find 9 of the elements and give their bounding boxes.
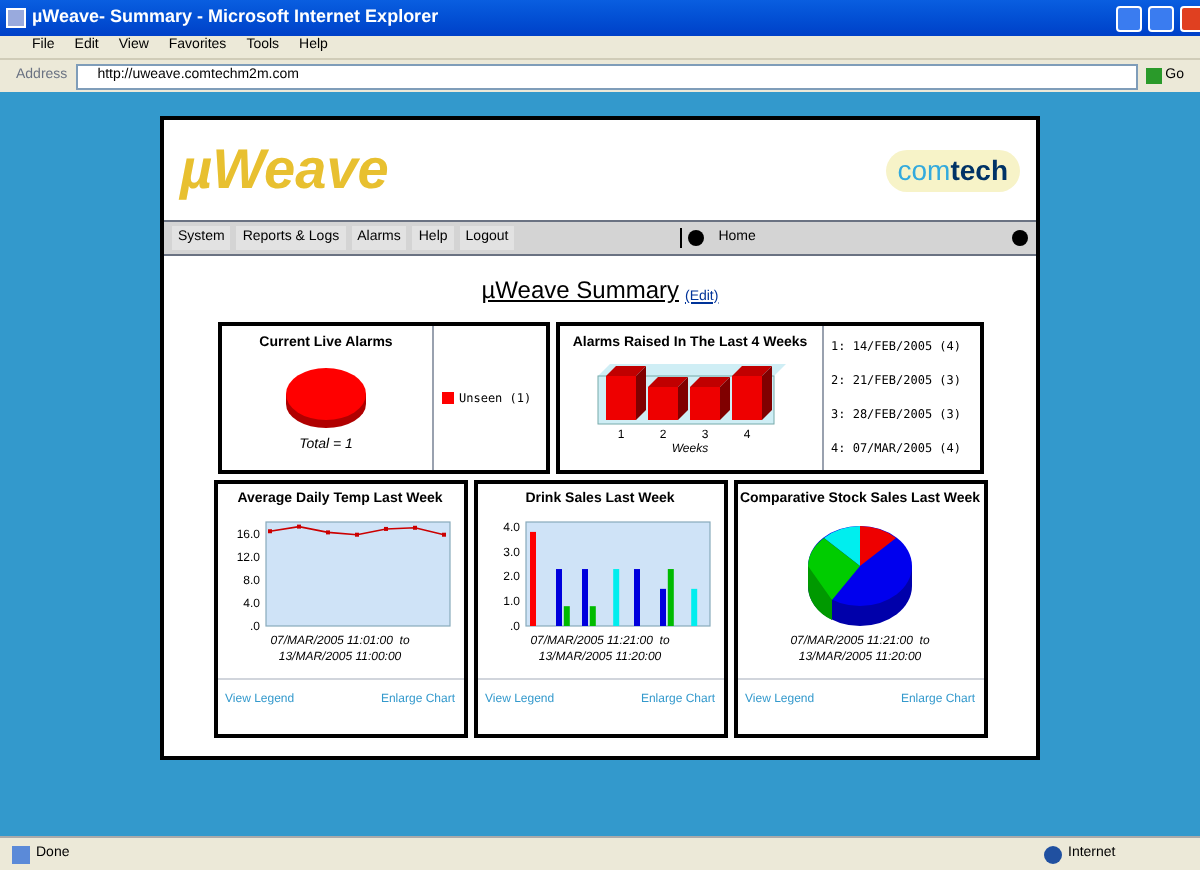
close-button[interactable]: [1180, 5, 1200, 31]
maximize-button[interactable]: [1148, 5, 1174, 31]
window-title: µWeave- Summary - Microsoft Internet Explorer: [32, 4, 441, 31]
partner-logo: comtech: [885, 149, 1020, 191]
logo: µWeave: [180, 136, 389, 204]
minimize-button[interactable]: [1116, 5, 1142, 31]
pie-chart-drawing: [808, 525, 912, 625]
pie-chart-drawing: [286, 367, 366, 427]
page-heading: µWeave Summary: [481, 274, 679, 308]
